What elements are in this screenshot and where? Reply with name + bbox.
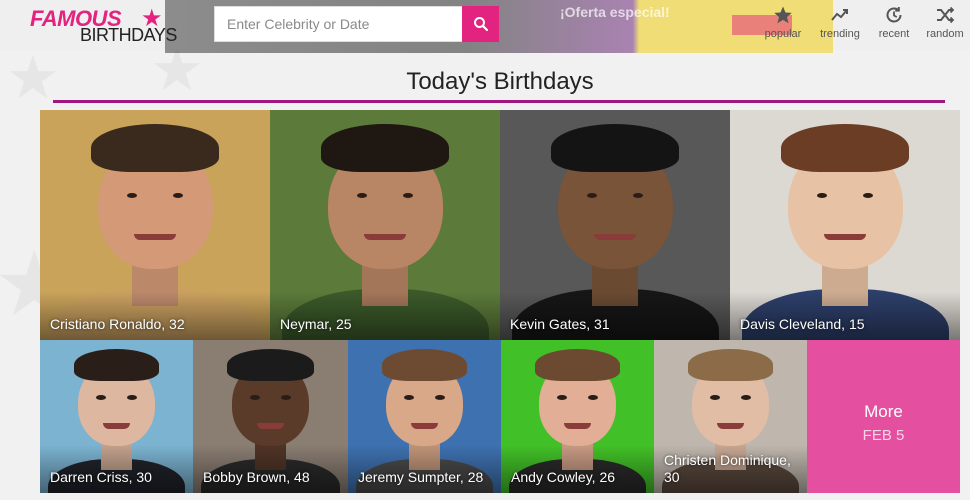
portrait-eye xyxy=(127,192,137,198)
title-divider xyxy=(53,100,945,103)
celebrity-name-age: Davis Cleveland, 15 xyxy=(740,316,865,332)
recent-icon xyxy=(886,7,902,23)
site-logo[interactable]: FAMOUS ★ BIRTHDAYS xyxy=(30,5,177,46)
search-input[interactable] xyxy=(214,6,462,42)
portrait-mouth xyxy=(824,234,866,241)
trending-icon xyxy=(831,9,848,21)
celebrity-name-age: Cristiano Ronaldo, 32 xyxy=(50,316,185,332)
portrait-eye xyxy=(126,395,137,401)
portrait-mouth xyxy=(594,234,636,241)
celebrity-name-age: Bobby Brown, 48 xyxy=(203,469,310,485)
nav-random[interactable]: random xyxy=(924,5,966,45)
portrait-mouth xyxy=(364,234,406,241)
celebrity-name-age: Kevin Gates, 31 xyxy=(510,316,610,332)
portrait-hair xyxy=(534,349,621,382)
portrait-eye xyxy=(817,192,827,198)
portrait-hair xyxy=(550,123,680,172)
portrait-hair xyxy=(381,349,468,382)
search-icon xyxy=(473,17,488,32)
celebrity-tile[interactable]: Andy Cowley, 26 xyxy=(501,340,654,493)
portrait-hair xyxy=(780,123,910,172)
portrait-mouth xyxy=(256,422,285,429)
site-header: ¡Oferta especial! FAMOUS ★ BIRTHDAYS pop… xyxy=(0,0,970,53)
celebrity-tile[interactable]: Davis Cleveland, 15 xyxy=(730,110,960,340)
portrait-hair xyxy=(320,123,450,172)
random-icon xyxy=(937,6,955,24)
logo-birthdays-text: BIRTHDAYS xyxy=(80,25,177,45)
portrait-eye xyxy=(863,192,873,198)
portrait-eye xyxy=(633,192,643,198)
nav-recent-label: recent xyxy=(878,28,910,40)
portrait-eye xyxy=(173,192,183,198)
portrait-mouth xyxy=(134,234,176,241)
portrait-mouth xyxy=(410,422,439,429)
celebrity-name-age: Andy Cowley, 26 xyxy=(511,469,616,485)
page-title: Today's Birthdays xyxy=(406,68,594,95)
more-label: More xyxy=(864,402,903,421)
celebrity-name-age: Jeremy Sumpter, 28 xyxy=(358,469,484,485)
portrait-hair xyxy=(90,123,220,172)
nav-popular[interactable]: popular xyxy=(762,5,804,45)
search-button[interactable] xyxy=(462,6,499,42)
portrait-mouth xyxy=(102,422,131,429)
celebrity-tile[interactable]: Cristiano Ronaldo, 32 xyxy=(40,110,270,340)
celebrity-tile[interactable]: Bobby Brown, 48 xyxy=(193,340,348,493)
celebrity-tile[interactable]: Neymar, 25 xyxy=(270,110,500,340)
ad-text: ¡Oferta especial! xyxy=(560,4,670,20)
celebrity-name-age: Christen Dominique, 30 xyxy=(664,452,791,485)
portrait-mouth xyxy=(716,422,745,429)
portrait-mouth xyxy=(563,422,592,429)
more-date: FEB 5 xyxy=(862,427,905,444)
portrait-eye xyxy=(403,192,413,198)
star-icon xyxy=(774,6,792,24)
more-birthdays-tile[interactable]: More FEB 5 xyxy=(807,340,960,493)
portrait-eye xyxy=(434,395,445,401)
nav-trending[interactable]: trending xyxy=(817,5,863,45)
nav-recent[interactable]: recent xyxy=(876,5,912,45)
nav-random-label: random xyxy=(926,28,964,40)
celebrity-tile[interactable]: Christen Dominique, 30 xyxy=(654,340,807,493)
more-content: More FEB 5 xyxy=(807,402,960,444)
celebrity-tile[interactable]: Kevin Gates, 31 xyxy=(500,110,730,340)
nav-popular-label: popular xyxy=(764,28,802,40)
portrait-eye xyxy=(587,192,597,198)
portrait-hair xyxy=(687,349,774,382)
celebrity-tile[interactable]: Darren Criss, 30 xyxy=(40,340,193,493)
portrait-eye xyxy=(357,192,367,198)
nav-trending-label: trending xyxy=(820,28,860,40)
portrait-hair xyxy=(73,349,160,382)
portrait-eye xyxy=(740,395,751,401)
portrait-eye xyxy=(587,395,598,401)
celebrity-name-age: Darren Criss, 30 xyxy=(50,469,152,485)
celebrity-tile[interactable]: Jeremy Sumpter, 28 xyxy=(348,340,501,493)
portrait-hair xyxy=(227,349,314,382)
celebrity-name-age: Neymar, 25 xyxy=(280,316,352,332)
